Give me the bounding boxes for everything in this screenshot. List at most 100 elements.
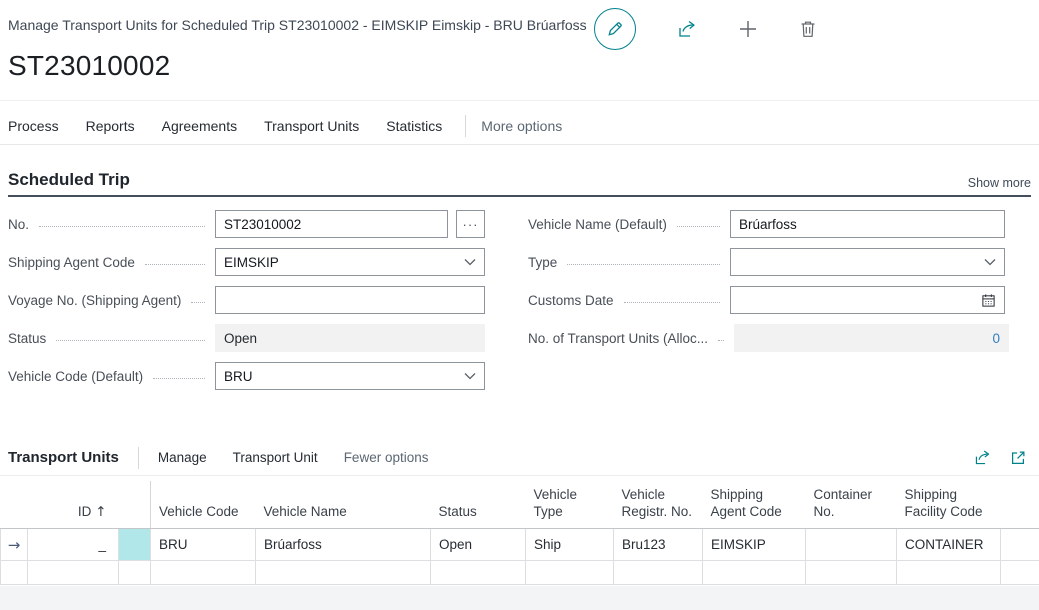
cell-id[interactable] [28, 561, 119, 585]
chevron-down-icon[interactable] [464, 372, 476, 380]
cell-selection [119, 561, 151, 585]
grid-action-icons [973, 448, 1027, 467]
field-status: Status Open [8, 324, 485, 352]
table-row: → _ BRU Brúarfoss Open Ship Bru123 EIMSK… [1, 529, 1039, 561]
dotted-leader [677, 225, 720, 227]
edit-button[interactable] [594, 8, 636, 50]
cell-id[interactable]: _ [28, 529, 119, 561]
open-in-new-window-button[interactable] [1009, 449, 1027, 467]
menu-item-transport-units[interactable]: Transport Units [264, 118, 359, 134]
column-vehicle-name[interactable]: Vehicle Name [256, 481, 431, 529]
customs-date-field[interactable] [730, 286, 1005, 314]
type-combobox[interactable] [730, 248, 1005, 276]
field-no-of-transport-units: No. of Transport Units (Alloc... 0 [528, 324, 1005, 352]
dotted-leader [56, 339, 205, 341]
column-id-label: ID [78, 504, 92, 519]
trash-icon [798, 19, 818, 39]
table-header-row: ID ↑ Vehicle Code Vehicle Name Status Ve… [1, 481, 1039, 529]
column-id[interactable]: ID ↑ [28, 481, 119, 529]
cell-shipping-facility-code[interactable] [897, 561, 1001, 585]
status-field: Open [215, 324, 485, 352]
status-value: Open [224, 331, 257, 346]
cell-shipping-agent-code[interactable]: EIMSKIP [703, 529, 806, 561]
cell-vehicle-name[interactable] [256, 561, 431, 585]
cell-overflow [1001, 561, 1039, 585]
cell-vehicle-name[interactable]: Brúarfoss [256, 529, 431, 561]
cell-vehicle-code[interactable]: BRU [151, 529, 256, 561]
shipping-agent-code-label: Shipping Agent Code [8, 255, 135, 270]
vehicle-code-combobox[interactable]: BRU [215, 362, 485, 390]
dotted-leader [145, 263, 205, 265]
more-options-button[interactable]: More options [481, 118, 562, 134]
table-row [1, 561, 1039, 585]
grid-footer-area [0, 586, 1039, 610]
vehicle-name-input[interactable] [730, 210, 1005, 238]
dotted-leader [191, 301, 205, 303]
fewer-options-button[interactable]: Fewer options [344, 450, 429, 465]
field-vehicle-name: Vehicle Name (Default) [528, 210, 1005, 238]
field-type: Type [528, 248, 1005, 276]
menu-item-process[interactable]: Process [8, 118, 59, 134]
cell-container-no[interactable] [806, 561, 897, 585]
column-shipping-facility-code[interactable]: Shipping Facility Code [897, 481, 1001, 529]
transport-units-toolbar: Transport Units Manage Transport Unit Fe… [0, 440, 1039, 476]
share-button[interactable] [676, 18, 698, 40]
field-customs-date: Customs Date [528, 286, 1005, 314]
menu-item-statistics[interactable]: Statistics [386, 118, 442, 134]
cell-vehicle-registr-no[interactable]: Bru123 [614, 529, 703, 561]
cell-status[interactable]: Open [431, 529, 526, 561]
type-label: Type [528, 255, 557, 270]
header-divider [0, 100, 1039, 101]
column-container-no[interactable]: Container No. [806, 481, 897, 529]
scheduled-trip-left-column: No. ··· Shipping Agent Code EIMSKIP Voya… [8, 210, 485, 400]
cell-shipping-facility-code[interactable]: CONTAINER [897, 529, 1001, 561]
share-rows-button[interactable] [973, 448, 992, 467]
voyage-no-input[interactable] [215, 286, 485, 314]
cell-status[interactable] [431, 561, 526, 585]
menu-item-agreements[interactable]: Agreements [162, 118, 237, 134]
cell-vehicle-code[interactable] [151, 561, 256, 585]
show-more-button[interactable]: Show more [968, 176, 1031, 190]
dotted-leader [718, 339, 724, 341]
cell-container-no[interactable] [806, 529, 897, 561]
field-vehicle-code: Vehicle Code (Default) BRU [8, 362, 485, 390]
no-input[interactable] [215, 210, 448, 238]
scheduled-trip-title: Scheduled Trip [8, 170, 130, 190]
shipping-agent-code-combobox[interactable]: EIMSKIP [215, 248, 485, 276]
pencil-icon [605, 19, 625, 39]
action-bar: Process Reports Agreements Transport Uni… [8, 111, 562, 141]
share-icon [973, 448, 992, 467]
column-status[interactable]: Status [431, 481, 526, 529]
column-shipping-agent-code[interactable]: Shipping Agent Code [703, 481, 806, 529]
cell-shipping-agent-code[interactable] [703, 561, 806, 585]
status-label: Status [8, 331, 46, 346]
page-action-icons [594, 8, 818, 50]
page-title: ST23010002 [8, 50, 170, 82]
calendar-icon[interactable] [981, 293, 996, 308]
dotted-leader [39, 225, 205, 227]
manage-menu[interactable]: Manage [158, 450, 207, 465]
column-vehicle-type[interactable]: Vehicle Type [526, 481, 614, 529]
cell-vehicle-type[interactable]: Ship [526, 529, 614, 561]
menu-item-reports[interactable]: Reports [86, 118, 135, 134]
chevron-down-icon[interactable] [464, 258, 476, 266]
cell-overflow [1001, 529, 1039, 561]
delete-button[interactable] [798, 19, 818, 39]
assist-edit-button[interactable]: ··· [456, 210, 485, 238]
field-shipping-agent-code: Shipping Agent Code EIMSKIP [8, 248, 485, 276]
no-of-transport-units-drilldown[interactable]: 0 [993, 331, 1001, 346]
cell-vehicle-type[interactable] [526, 561, 614, 585]
transport-unit-menu[interactable]: Transport Unit [233, 450, 318, 465]
popout-icon [1009, 449, 1027, 467]
column-active-row [1, 481, 28, 529]
chevron-down-icon[interactable] [984, 258, 996, 266]
column-vehicle-code[interactable]: Vehicle Code [151, 481, 256, 529]
cell-vehicle-registr-no[interactable] [614, 561, 703, 585]
dotted-leader [624, 301, 720, 303]
add-button[interactable] [738, 19, 758, 39]
column-vehicle-registr-no[interactable]: Vehicle Registr. No. [614, 481, 703, 529]
dotted-leader [153, 377, 205, 379]
toolbar-divider [138, 447, 139, 469]
active-row-indicator: → [1, 529, 28, 561]
no-of-transport-units-field: 0 [734, 324, 1009, 352]
